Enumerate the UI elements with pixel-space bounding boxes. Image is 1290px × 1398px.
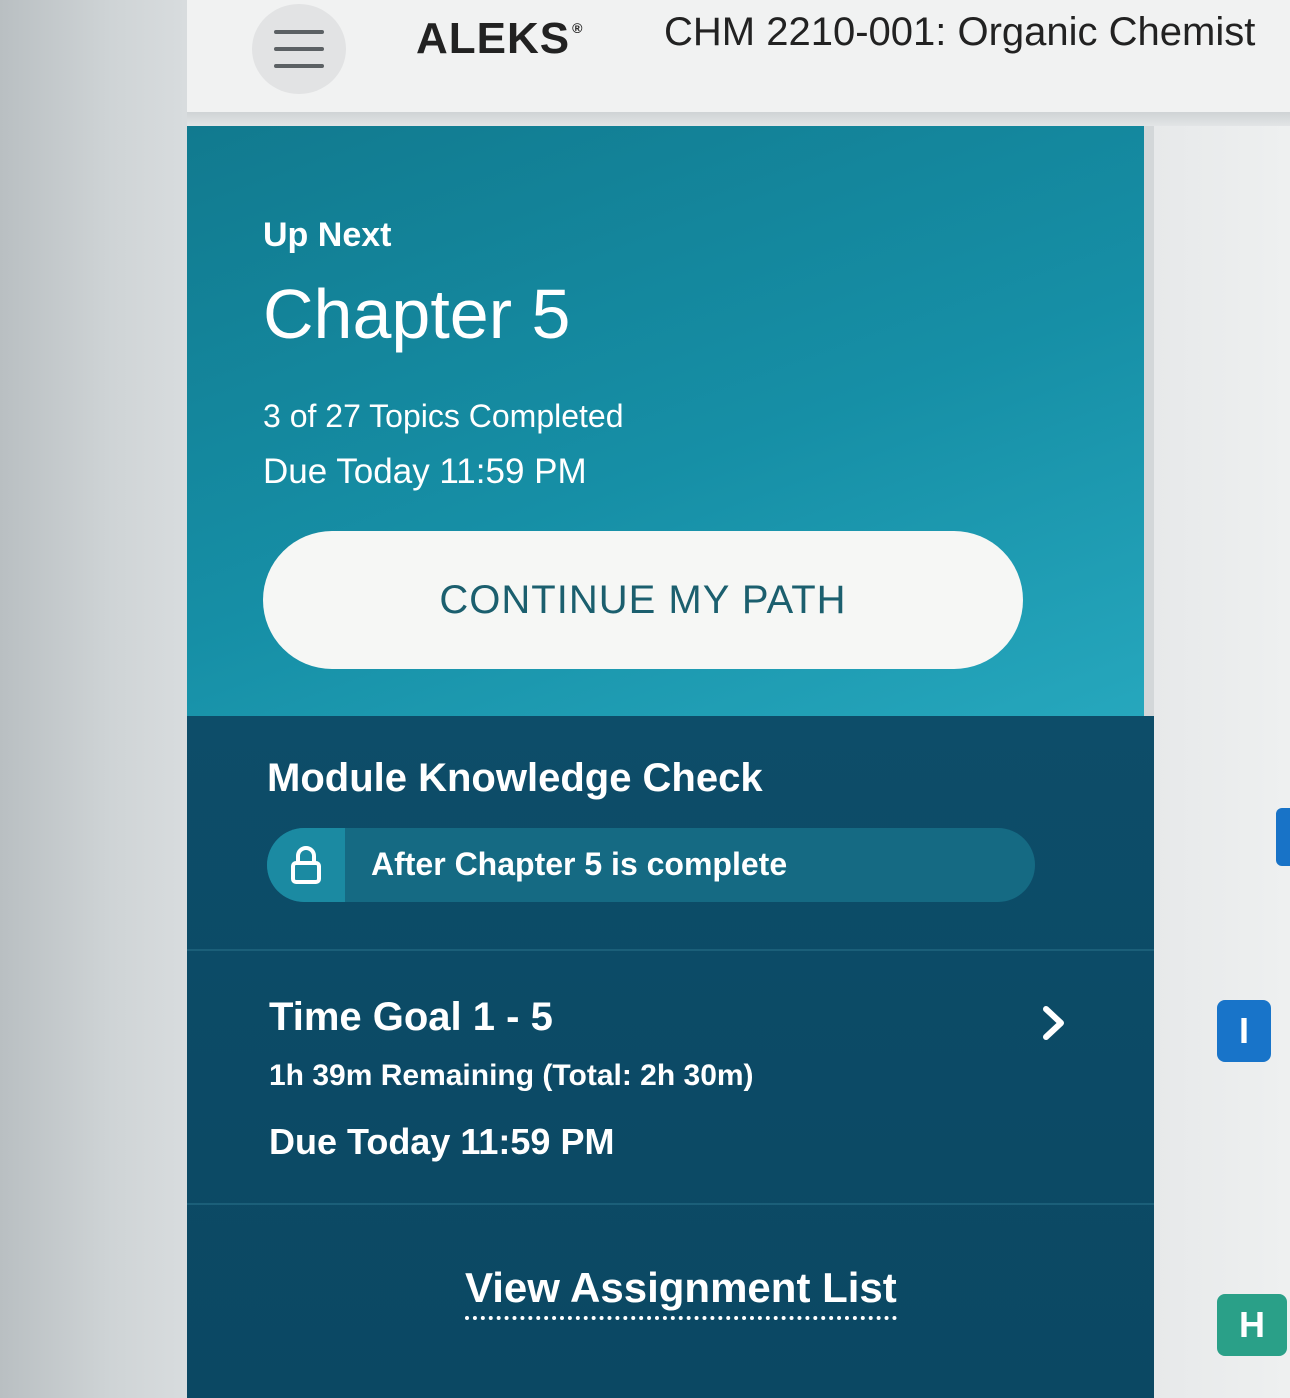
- up-next-label: Up Next: [263, 216, 392, 254]
- right-content-area: [1154, 126, 1290, 1398]
- header-shadow: [187, 112, 1290, 126]
- registered-mark: ®: [572, 20, 584, 36]
- badge-i[interactable]: I: [1217, 1000, 1271, 1062]
- lock-icon-container: [267, 828, 345, 902]
- course-title: CHM 2210-001: Organic Chemist: [664, 10, 1256, 54]
- up-next-card: Up Next Chapter 5 3 of 27 Topics Complet…: [187, 126, 1144, 716]
- logo-text: ALEKS: [416, 14, 571, 63]
- time-goal-remaining: 1h 39m Remaining (Total: 2h 30m): [269, 1059, 754, 1092]
- hamburger-icon: [274, 30, 324, 68]
- time-goal-due-date: Due Today 11:59 PM: [269, 1121, 615, 1162]
- chevron-right-icon: [1043, 1006, 1064, 1040]
- chapter-due-date: Due Today 11:59 PM: [263, 452, 587, 491]
- aleks-logo[interactable]: ALEKS ®: [416, 14, 583, 64]
- module-knowledge-check-title: Module Knowledge Check: [267, 756, 763, 800]
- assignment-details-panel: Module Knowledge Check After Chapter 5 i…: [187, 716, 1154, 1398]
- lock-icon: [291, 846, 321, 884]
- side-tab[interactable]: [1276, 808, 1290, 866]
- chapter-title: Chapter 5: [263, 275, 571, 353]
- hamburger-menu-button[interactable]: [252, 4, 346, 94]
- time-goal-row[interactable]: Time Goal 1 - 5 1h 39m Remaining (Total:…: [187, 951, 1154, 1203]
- topics-completed: 3 of 27 Topics Completed: [263, 398, 624, 434]
- view-assignment-list-link[interactable]: View Assignment List: [465, 1264, 897, 1320]
- badge-h[interactable]: H: [1217, 1294, 1287, 1356]
- time-goal-title: Time Goal 1 - 5: [269, 995, 553, 1039]
- outside-left-area: [0, 0, 187, 1398]
- locked-status-pill: After Chapter 5 is complete: [267, 828, 1035, 902]
- lock-status-text: After Chapter 5 is complete: [371, 846, 788, 882]
- divider: [187, 1203, 1154, 1205]
- continue-my-path-button[interactable]: CONTINUE MY PATH: [263, 531, 1023, 669]
